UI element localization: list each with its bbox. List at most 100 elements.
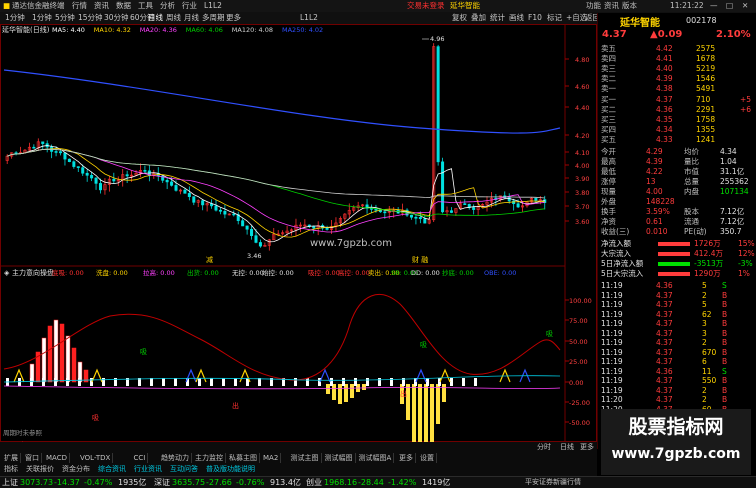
bid-row[interactable]: 买五 4.33 1241 (598, 135, 756, 145)
index-name[interactable]: 创业 (306, 477, 322, 488)
top-version[interactable]: 版本 (622, 0, 637, 12)
top-news[interactable]: 资讯 (604, 0, 619, 12)
bid-row[interactable]: 买三 4.35 1758 (598, 115, 756, 125)
yellow-bar (350, 384, 354, 398)
bid-row[interactable]: 买四 4.34 1355 (598, 125, 756, 135)
info-tab-3[interactable]: 综合资讯 (96, 464, 128, 474)
indicator-tab-4[interactable]: CCI (132, 453, 149, 463)
toolbar-btn-4[interactable]: F10 (528, 12, 542, 24)
info-tab-5[interactable]: 互动问答 (168, 464, 200, 474)
candle-body (414, 216, 418, 219)
toolbar-btn-3[interactable]: 画线 (509, 12, 524, 24)
period-0[interactable]: 1分钟 (5, 12, 25, 24)
indicator-tab-11[interactable]: 测试幅图A (357, 453, 395, 463)
indicator-tab-10[interactable]: 测试幅图 (323, 453, 356, 463)
ask-vol: 5219 (696, 64, 716, 73)
ask-row[interactable]: 卖二 4.39 1546 (598, 74, 756, 84)
main-menu-6[interactable]: L1L2 (204, 0, 222, 12)
ask-row[interactable]: 卖一 4.38 5491 (598, 84, 756, 94)
main-menu-2[interactable]: 数据 (116, 0, 131, 12)
price-tick-0: 4.80 (575, 56, 589, 64)
ask-row[interactable]: 卖四 4.41 1678 (598, 54, 756, 64)
period-3[interactable]: 15分钟 (78, 12, 103, 24)
main-menu-1[interactable]: 资讯 (94, 0, 109, 12)
period-8[interactable]: 月线 (184, 12, 199, 24)
toolbar-btn-5[interactable]: 标记 (547, 12, 562, 24)
toolbar-btn-0[interactable]: 复权 (452, 12, 467, 24)
tick-vol: 550 (702, 376, 717, 385)
indicator-tab-3[interactable]: VOL-TDX (78, 453, 114, 463)
ask-row[interactable]: 卖五 4.42 2575 (598, 44, 756, 54)
close-icon[interactable]: ✕ (742, 0, 748, 12)
flow-pct: 1% (738, 269, 750, 278)
main-menu-5[interactable]: 行业 (182, 0, 197, 12)
tick-time: 11:19 (601, 328, 623, 338)
ind-mark-1: 吸 (420, 341, 427, 349)
period-6[interactable]: 日线 (148, 12, 163, 24)
stat-value-a: 4.00 (646, 187, 663, 196)
ind-tick-1: 75.00 (569, 317, 588, 325)
period-4[interactable]: 30分钟 (104, 12, 129, 24)
stock-tab-title[interactable]: 延华智能 (450, 0, 480, 12)
main-menu-3[interactable]: 工具 (138, 0, 153, 12)
flow-value: 412.4万 (694, 249, 723, 258)
period-7[interactable]: 周线 (166, 12, 181, 24)
bid-row[interactable]: 买二 4.36 2291 +6 (598, 105, 756, 115)
stat-label-b: 股本 (684, 207, 699, 216)
flow-label: 大宗流入 (601, 249, 631, 258)
toolbar-btn-2[interactable]: 统计 (490, 12, 505, 24)
period-2[interactable]: 5分钟 (55, 12, 75, 24)
tick-side: B (722, 357, 728, 366)
menu-l1l2[interactable]: L1L2 (300, 12, 318, 24)
ind-mark-3: 吸 (92, 414, 99, 422)
indicator-label-7: 高控: 0.00 (338, 268, 370, 277)
info-tab-4[interactable]: 行业资讯 (132, 464, 164, 474)
bid-row[interactable]: 买一 4.37 710 +5 (598, 95, 756, 105)
period-1[interactable]: 1分钟 (32, 12, 52, 24)
ask-row[interactable]: 卖三 4.40 5219 (598, 64, 756, 74)
main-menu-4[interactable]: 分析 (160, 0, 175, 12)
white-bar (54, 378, 57, 386)
indicator-tab-0[interactable]: 扩展 (2, 453, 21, 463)
period-9[interactable]: 多周期 (202, 12, 225, 24)
tick-row: 11:19 4.37 6 B (598, 357, 756, 367)
indicator-tab-7[interactable]: 私募主图 (227, 453, 260, 463)
info-tab-0[interactable]: 指标 (2, 464, 20, 474)
indicator-tab-13[interactable]: 设置 (418, 453, 437, 463)
candle-body (143, 170, 147, 172)
info-tab-1[interactable]: 关联报价 (24, 464, 56, 474)
indicator-tab-6[interactable]: 主力监控 (193, 453, 226, 463)
indicator-tab-12[interactable]: 更多 (397, 453, 416, 463)
index-value: 1968.16 (324, 478, 358, 487)
period-10[interactable]: 更多 (226, 12, 241, 24)
candle-body (383, 211, 387, 214)
maximize-icon[interactable]: □ (726, 0, 733, 12)
minimize-icon[interactable]: — (710, 0, 718, 12)
index-name[interactable]: 深证 (154, 477, 170, 488)
price-tick-6: 3.90 (575, 175, 589, 183)
indicator-tab-2[interactable]: MACD (44, 453, 70, 463)
index-name[interactable]: 上证 (2, 477, 18, 488)
indicator-tab-1[interactable]: 窗口 (23, 453, 42, 463)
flow-row: 5日净流入额 -3513万 -3% (598, 259, 756, 269)
bid-vol: 1355 (696, 125, 716, 134)
bid-price: 4.35 (656, 115, 673, 124)
info-tab-6[interactable]: 普及版功能说明 (204, 464, 257, 474)
view-tab-2[interactable]: 更多 (578, 442, 596, 452)
view-tab-1[interactable]: 日线 (558, 442, 576, 452)
indicator-tab-9[interactable]: 测试主图 (289, 453, 322, 463)
main-menu-0[interactable]: 行情 (72, 0, 87, 12)
indicator-tab-5[interactable]: 趋势动力 (159, 453, 192, 463)
trade-status[interactable]: 交易未登录 (407, 0, 445, 12)
bid-delta: +6 (740, 105, 752, 114)
toolbar-btn-1[interactable]: 叠加 (471, 12, 486, 24)
chart-title: 延华智能(日线) (2, 25, 50, 34)
info-tab-2[interactable]: 资金分布 (60, 464, 92, 474)
top-func[interactable]: 功能 (586, 0, 601, 12)
view-tab-0[interactable]: 分时 (535, 442, 553, 452)
kline-chart[interactable]: 延华智能(日线) MA5: 4.40 MA10: 4.32 MA20: 4.36 MA6… (0, 24, 597, 442)
stat-value-a: 148228 (646, 197, 675, 206)
candle-body (76, 166, 80, 168)
indicator-tab-8[interactable]: MA2 (261, 453, 282, 463)
chart-area[interactable]: 延华智能(日线) MA5: 4.40 MA10: 4.32 MA20: 4.36 MA6… (0, 24, 597, 442)
